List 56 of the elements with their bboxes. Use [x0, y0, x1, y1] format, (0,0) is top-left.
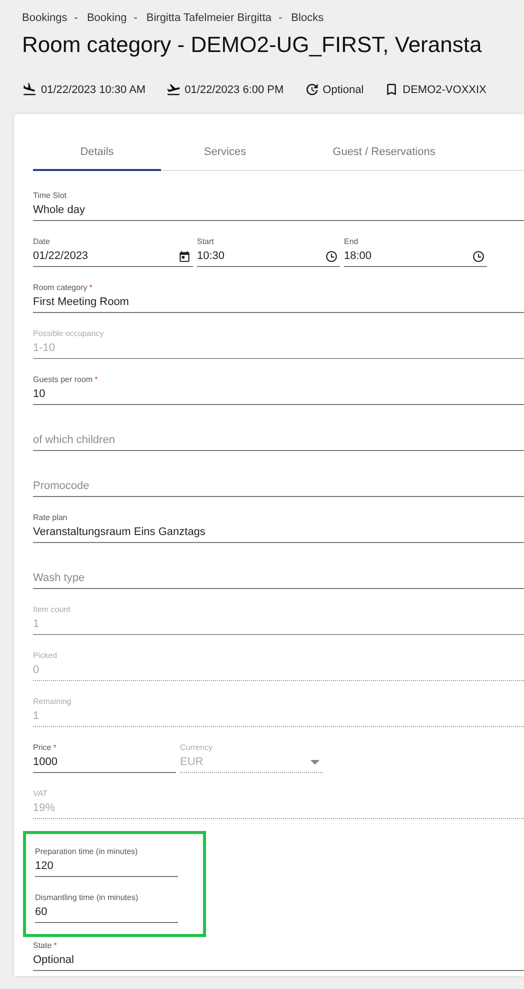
field-label: End: [344, 237, 358, 246]
breadcrumb-separator: -: [278, 12, 282, 24]
input-field[interactable]: 10:30: [197, 246, 340, 267]
input-field[interactable]: Promocode: [33, 476, 524, 497]
breadcrumb-link[interactable]: Blocks: [291, 12, 324, 24]
required-asterisk: *: [54, 941, 57, 950]
field-label: Picked: [33, 651, 58, 660]
tab[interactable]: Guest / Reservations: [289, 136, 479, 171]
input-field[interactable]: 120: [35, 856, 178, 877]
required-asterisk: *: [94, 375, 98, 384]
takeoff-plane-icon: [166, 82, 181, 97]
breadcrumb-link[interactable]: Bookings: [22, 12, 68, 24]
info-text: 01/22/2023 6:00 PM: [184, 84, 284, 96]
history-icon: [304, 82, 319, 97]
info-text: DEMO2-VOXXIX: [402, 84, 486, 96]
field-label: State: [33, 941, 52, 950]
field-label: Dismantling time (in minutes): [35, 892, 138, 902]
required-asterisk: *: [89, 283, 92, 292]
breadcrumb-separator: -: [134, 12, 138, 24]
breadcrumb-separator: -: [74, 12, 78, 24]
info-text: 01/22/2023 10:30 AM: [41, 84, 146, 96]
input-field[interactable]: of which children: [33, 430, 524, 451]
tab[interactable]: Details: [33, 136, 161, 171]
input-field[interactable]: 01/22/2023: [33, 246, 193, 267]
input-field[interactable]: Whole day: [33, 200, 524, 221]
clock-icon[interactable]: [325, 250, 338, 262]
input-field[interactable]: Wash type: [33, 568, 524, 589]
breadcrumb-link[interactable]: Booking: [86, 12, 127, 24]
breadcrumb-link[interactable]: Birgitta Tafelmeier Birgitta: [146, 12, 272, 24]
input-field[interactable]: Veranstaltungsraum Eins Ganztags: [33, 522, 524, 543]
field-label: Rate plan: [33, 513, 68, 522]
field-label: Price: [33, 743, 52, 752]
input-field[interactable]: 10: [33, 384, 524, 405]
landing-plane-icon: [22, 82, 37, 97]
field-label: Preparation time (in minutes): [35, 847, 138, 856]
field-label: Currency: [180, 743, 212, 752]
field-label: Item count: [33, 605, 70, 614]
field-label: Guests per room: [33, 375, 93, 384]
input-field[interactable]: 1000: [33, 752, 176, 773]
field-label: Remaining: [33, 697, 72, 706]
input-field[interactable]: First Meeting Room: [33, 292, 524, 313]
field-label: Possible occupancy: [33, 329, 104, 338]
field-label: Room category: [33, 283, 88, 292]
calendar-icon[interactable]: [178, 250, 191, 262]
field-label: Time Slot: [33, 191, 66, 200]
input-field[interactable]: 18:00: [344, 246, 487, 267]
input-field[interactable]: 60: [35, 902, 178, 922]
tab[interactable]: Services: [161, 136, 289, 171]
input-field[interactable]: Optional: [33, 950, 524, 971]
field-label: VAT: [33, 789, 48, 798]
clock-icon[interactable]: [472, 250, 485, 262]
info-text: Optional: [322, 84, 364, 96]
field-label: Start: [197, 237, 214, 246]
page-title: Room category - DEMO2-UG_FIRST, Veransta: [22, 31, 483, 59]
field-label: Date: [33, 237, 50, 246]
required-asterisk: *: [53, 743, 56, 752]
